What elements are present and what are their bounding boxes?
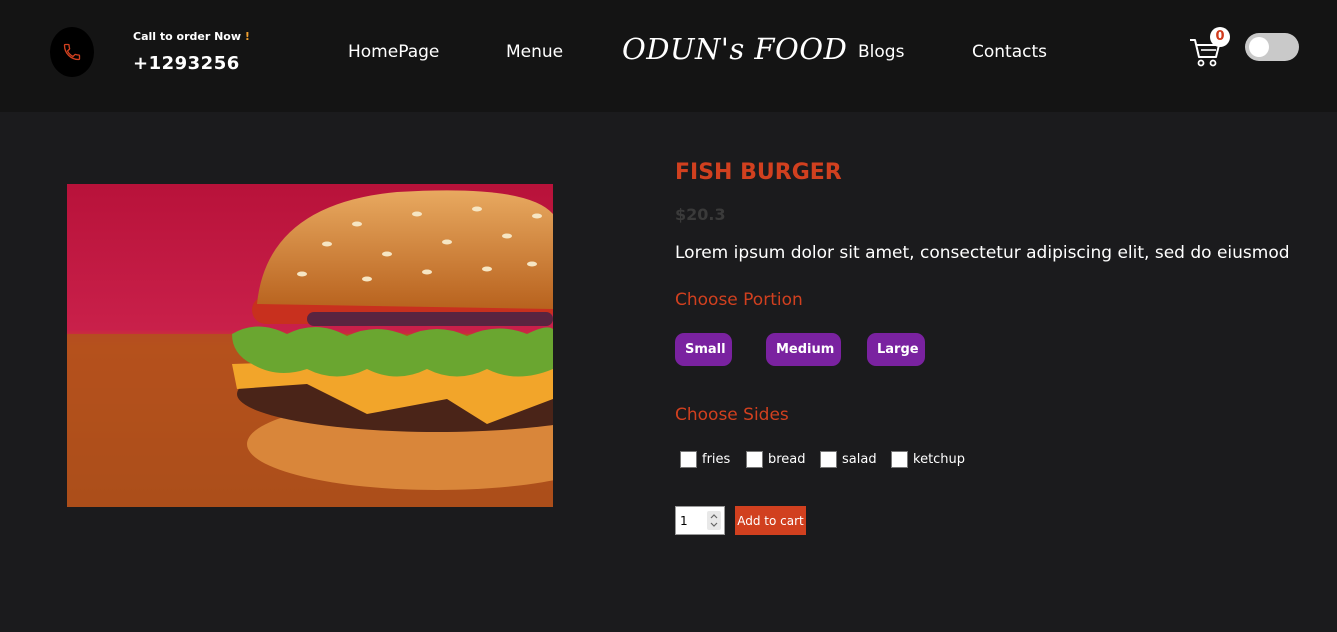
site-logo[interactable]: ODUN's FOOD (622, 32, 847, 66)
product-description: Lorem ipsum dolor sit amet, consectetur … (675, 243, 1290, 263)
choose-portion-label: Choose Portion (675, 290, 803, 310)
nav-menue[interactable]: Menue (506, 42, 563, 62)
product-price: $20.3 (675, 205, 726, 224)
side-label: ketchup (913, 452, 966, 467)
cart-count-badge: 0 (1210, 27, 1230, 47)
side-salad[interactable]: salad (820, 451, 877, 468)
side-bread[interactable]: bread (746, 451, 806, 468)
phone-icon (63, 43, 81, 61)
side-label: bread (768, 452, 806, 467)
portion-medium-button[interactable]: Medium (766, 333, 841, 366)
spinner-arrows-icon[interactable] (707, 511, 721, 530)
side-ketchup[interactable]: ketchup (891, 451, 965, 468)
add-to-cart-button[interactable]: Add to cart (735, 506, 806, 535)
salad-checkbox[interactable] (820, 451, 837, 468)
side-label: salad (842, 452, 877, 467)
call-exclamation: ! (244, 30, 250, 43)
bread-checkbox[interactable] (746, 451, 763, 468)
ketchup-checkbox[interactable] (891, 451, 908, 468)
theme-toggle[interactable] (1245, 33, 1299, 61)
phone-number: +1293256 (133, 53, 240, 74)
call-label: Call to order Now (133, 30, 242, 43)
burger-image (67, 184, 553, 507)
side-label: fries (702, 452, 731, 467)
site-header: Call to order Now ! +1293256 HomePage Me… (0, 0, 1337, 112)
nav-contacts[interactable]: Contacts (972, 42, 1047, 62)
portion-large-button[interactable]: Large (867, 333, 925, 366)
side-fries[interactable]: fries (680, 451, 730, 468)
quantity-stepper[interactable]: 1 (675, 506, 725, 535)
toggle-knob (1249, 37, 1269, 57)
product-title: FISH BURGER (675, 160, 842, 185)
nav-blogs[interactable]: Blogs (858, 42, 904, 62)
quantity-value: 1 (680, 514, 688, 528)
nav-homepage[interactable]: HomePage (348, 42, 439, 62)
choose-sides-label: Choose Sides (675, 405, 789, 425)
phone-icon-badge[interactable] (50, 27, 94, 77)
portion-small-button[interactable]: Small (675, 333, 732, 366)
fries-checkbox[interactable] (680, 451, 697, 468)
call-to-order-text: Call to order Now ! (133, 30, 250, 43)
product-image (67, 184, 553, 507)
